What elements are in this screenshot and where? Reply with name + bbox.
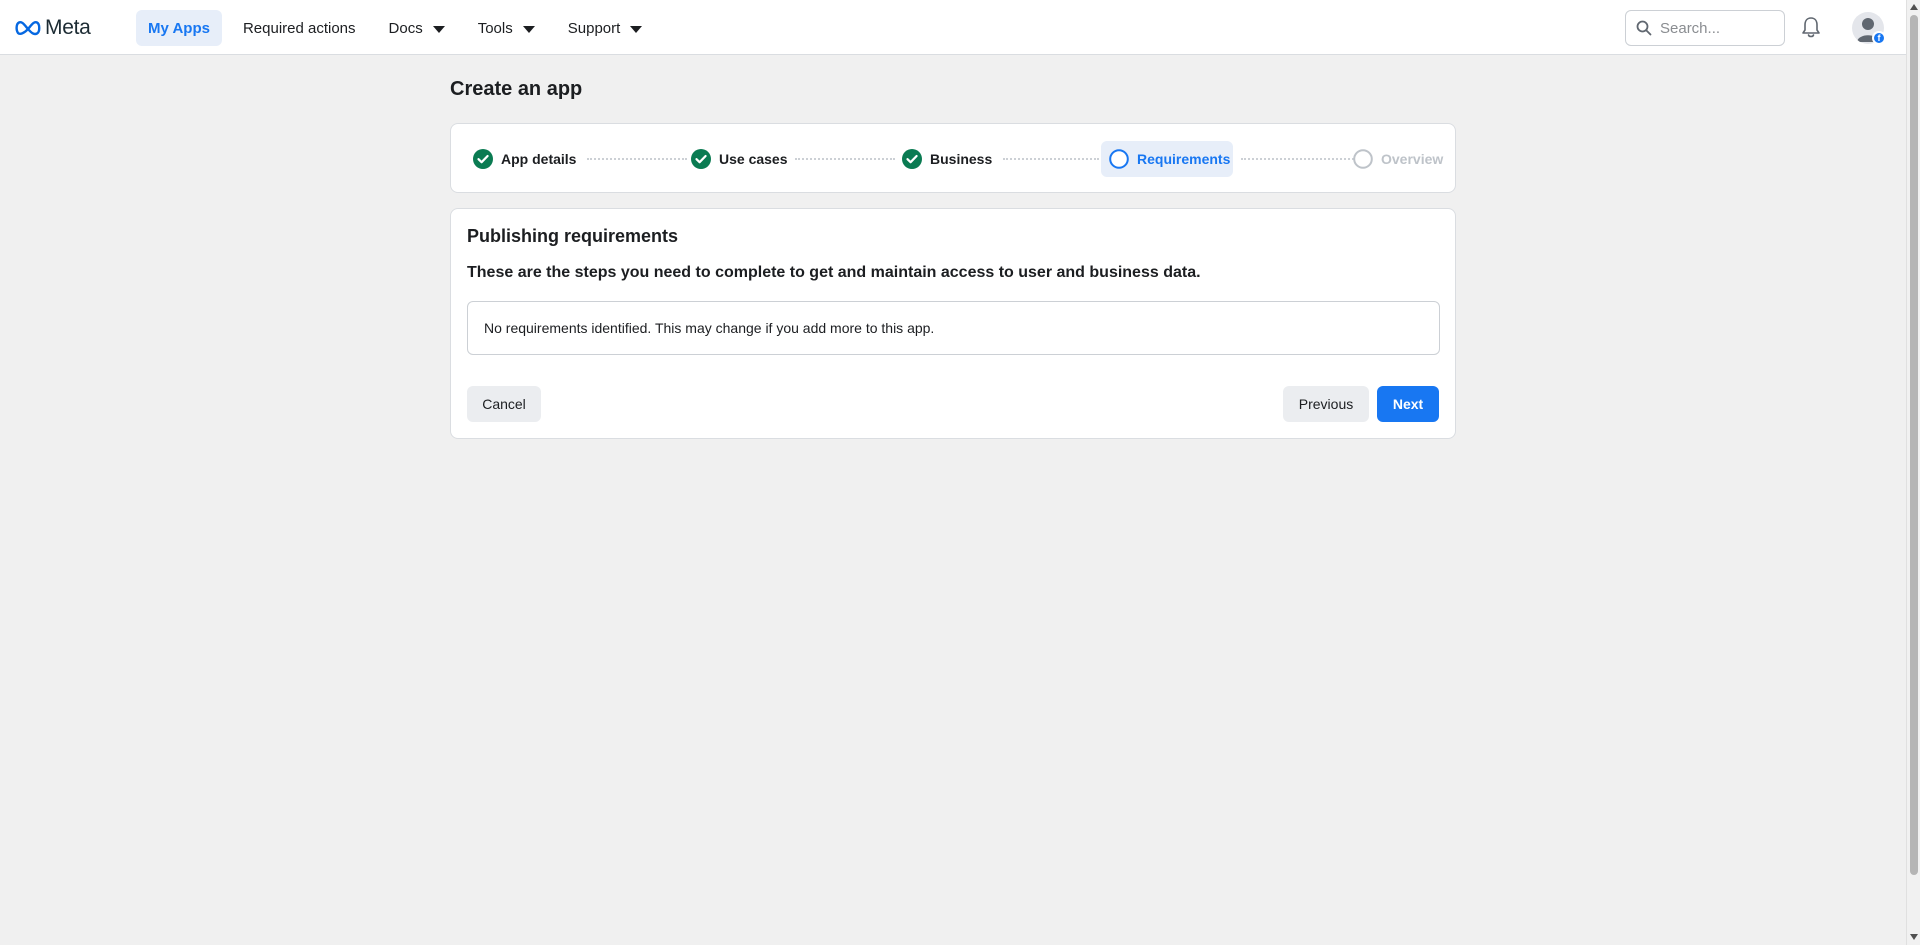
caret-down-icon [630,25,643,33]
page-title: Create an app [450,78,583,100]
top-navigation-bar: Meta My Apps Required actions Docs Tools… [0,0,1906,55]
check-circle-icon [902,149,922,169]
step-label: Overview [1381,151,1444,167]
cancel-button[interactable]: Cancel [467,386,541,422]
previous-button[interactable]: Previous [1283,386,1369,422]
step-connector [1003,158,1099,161]
step-requirements[interactable]: Requirements [1101,141,1233,177]
scroll-down-arrow-icon[interactable] [1910,934,1918,940]
main-nav: My Apps Required actions Docs Tools Supp… [136,10,663,46]
scroll-thumb[interactable] [1910,15,1918,875]
current-step-circle-icon [1109,149,1129,169]
search-input[interactable]: Search... [1625,10,1785,46]
progress-stepper: App details Use cases Business Requireme… [450,123,1456,193]
nav-label: Tools [477,19,513,37]
section-subtitle: These are the steps you need to complete… [467,264,1201,281]
logo-wordmark: Meta [45,16,91,39]
publishing-requirements-card: Publishing requirements These are the st… [450,208,1456,439]
step-label: Use cases [719,151,788,167]
nav-required-actions[interactable]: Required actions [231,10,368,46]
nav-tools[interactable]: Tools [466,10,547,46]
empty-circle-icon [1353,149,1373,169]
caret-down-icon [432,25,445,33]
nav-my-apps[interactable]: My Apps [136,10,222,46]
page-scrollbar[interactable] [1906,0,1920,945]
meta-infinity-icon [15,20,41,36]
nav-support[interactable]: Support [556,10,655,46]
step-overview: Overview [1345,141,1451,177]
step-connector [795,158,895,161]
notifications-bell-icon[interactable] [1798,15,1824,41]
nav-docs[interactable]: Docs [377,10,457,46]
step-connector [1241,158,1361,161]
next-button[interactable]: Next [1377,386,1439,422]
meta-logo[interactable]: Meta [15,14,91,42]
step-label: Business [930,151,993,167]
nav-label: Required actions [242,19,356,37]
caret-down-icon [522,25,535,33]
nav-label: My Apps [148,19,210,37]
step-business[interactable]: Business [894,141,1000,177]
nav-label: Support [567,19,621,37]
nav-label: Docs [388,19,423,37]
step-label: Requirements [1137,151,1231,167]
check-circle-icon [473,149,493,169]
section-title: Publishing requirements [467,226,679,246]
requirements-notice: No requirements identified. This may cha… [467,301,1440,355]
scroll-up-arrow-icon[interactable] [1910,4,1918,10]
check-circle-icon [691,149,711,169]
search-icon [1636,20,1652,36]
step-connector [587,158,687,161]
step-app-details[interactable]: App details [465,141,584,177]
step-use-cases[interactable]: Use cases [683,141,796,177]
notice-text: No requirements identified. This may cha… [484,320,935,336]
step-label: App details [501,151,577,167]
search-placeholder: Search... [1660,19,1721,37]
facebook-badge-icon: f [1872,31,1886,45]
